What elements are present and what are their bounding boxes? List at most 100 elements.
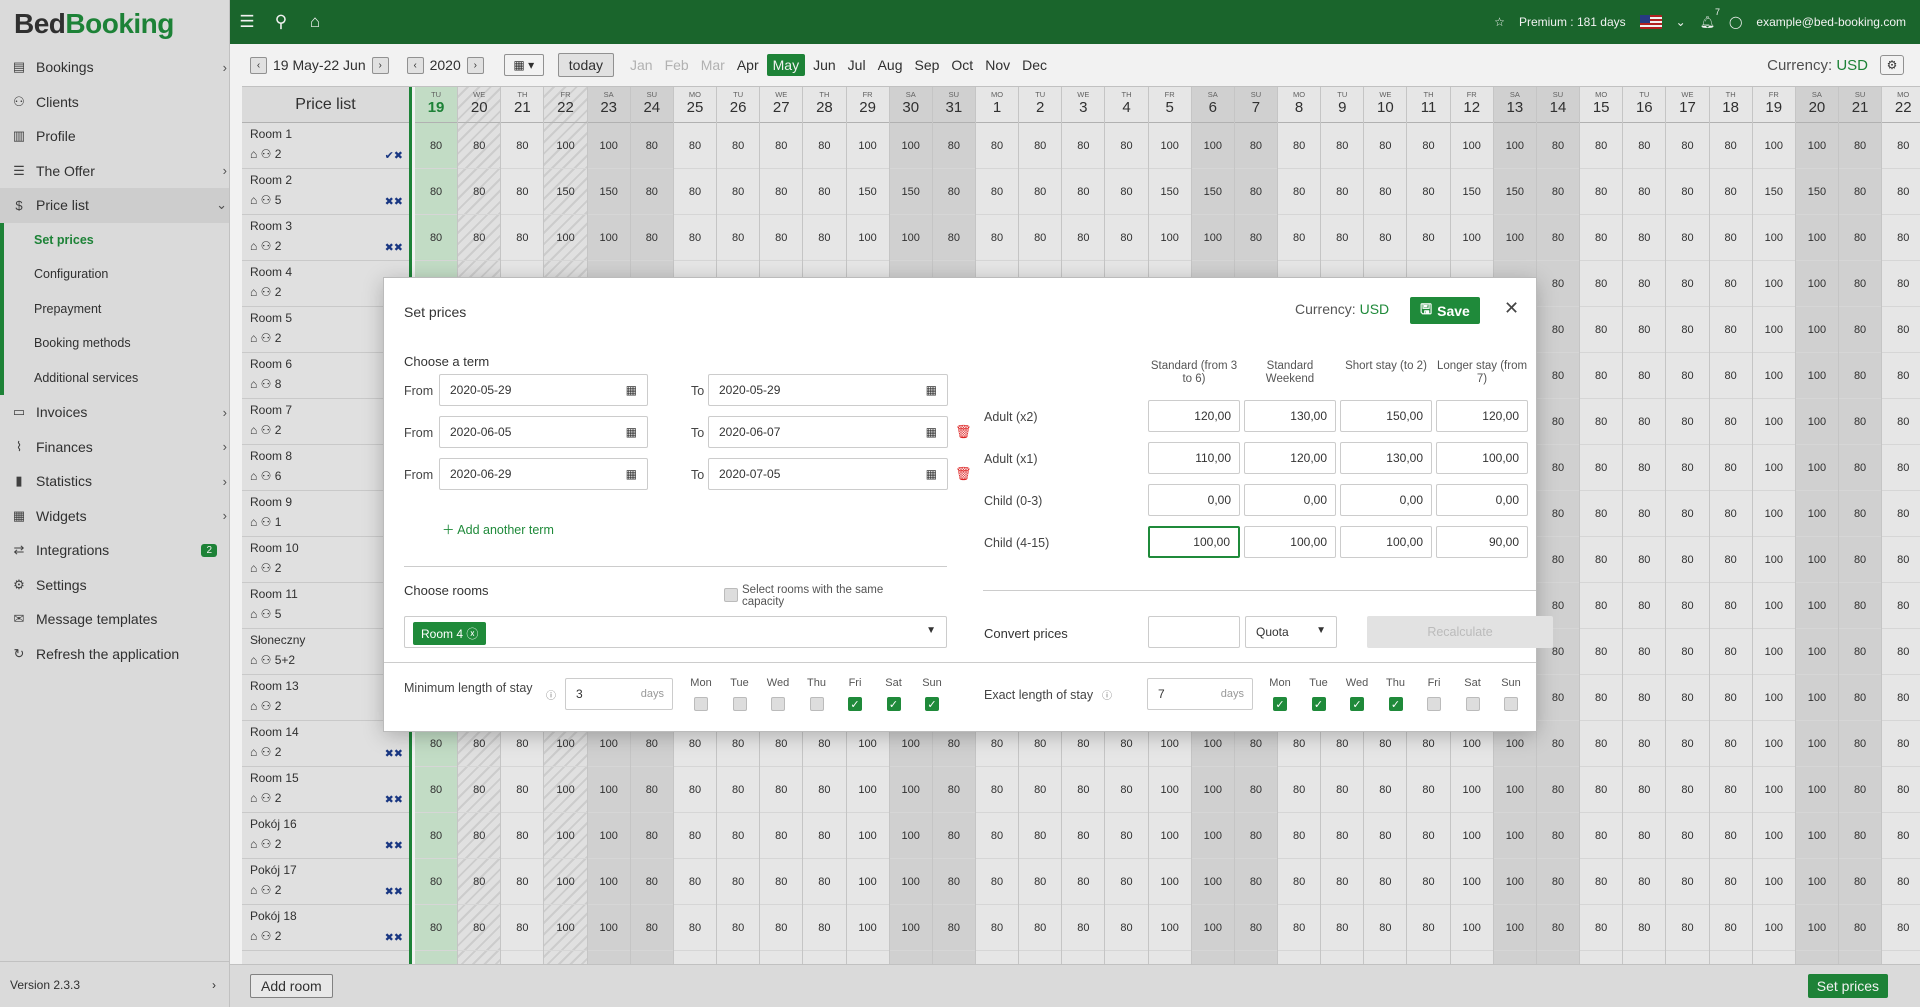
weekday-label: Sat — [1464, 677, 1481, 689]
app: BedBooking ▤ Bookings › ⚇ Clients ▥ Profile ☰ Th… — [0, 0, 1920, 1007]
weekday-checkbox[interactable]: ✓ — [1350, 697, 1364, 711]
trash-icon[interactable]: 🗑︎ — [955, 466, 972, 482]
weekday-checkbox[interactable] — [1504, 697, 1518, 711]
price-input[interactable]: 120,00 — [1244, 442, 1336, 474]
help-icon[interactable]: ⓘ — [1102, 687, 1112, 702]
weekday-label: Thu — [1386, 677, 1405, 689]
weekday-checkbox[interactable]: ✓ — [925, 697, 939, 711]
price-input[interactable]: 100,00 — [1340, 526, 1432, 558]
modal-currency: Currency: USD — [1295, 301, 1389, 317]
weekday-label: Fri — [848, 677, 862, 689]
set-prices-modal: Set prices Currency: USD 🖫 Save ✕ Choose … — [384, 278, 1553, 731]
weekday-checkbox[interactable] — [1427, 697, 1441, 711]
weekday-checkbox[interactable]: ✓ — [1273, 697, 1287, 711]
caret-down-icon[interactable]: ▼ — [926, 625, 936, 636]
weekday-label: Mon — [690, 677, 712, 689]
weekday-checkbox[interactable]: ✓ — [1311, 697, 1326, 711]
price-input[interactable]: 130,00 — [1244, 400, 1336, 432]
weekday-checkbox[interactable] — [694, 697, 708, 711]
exact-stay-value: 7 — [1158, 687, 1165, 701]
price-row-label: Child (0-3) — [984, 494, 1043, 508]
remove-chip-icon[interactable]: ⓧ — [466, 627, 478, 641]
save-label: Save — [1437, 302, 1470, 319]
price-input[interactable]: 130,00 — [1340, 442, 1432, 474]
term-to-input[interactable]: 2020-07-05 ▦ — [708, 458, 948, 490]
price-column-header: Standard (from 3 to 6) — [1150, 360, 1238, 385]
choose-rooms-title: Choose rooms — [404, 583, 489, 598]
term-from-input[interactable]: 2020-05-29 ▦ — [439, 374, 648, 406]
choose-term-title: Choose a term — [404, 354, 490, 369]
price-input[interactable]: 110,00 — [1148, 442, 1240, 474]
add-term-label: Add another term — [457, 523, 554, 537]
weekday-checkbox[interactable] — [732, 697, 747, 711]
term-to-input[interactable]: 2020-05-29 ▦ — [708, 374, 948, 406]
to-label: To — [691, 426, 705, 440]
weekday-checkbox[interactable] — [771, 697, 785, 711]
weekday-checkbox[interactable]: ✓ — [848, 697, 862, 711]
to-label: To — [691, 468, 705, 482]
calendar-icon[interactable]: ▦ — [926, 467, 937, 481]
price-input[interactable]: 120,00 — [1148, 400, 1240, 432]
trash-icon[interactable]: 🗑︎ — [955, 424, 972, 440]
calendar-icon[interactable]: ▦ — [626, 425, 637, 439]
divider — [983, 590, 1536, 591]
save-button[interactable]: 🖫 Save — [1410, 297, 1480, 324]
plus-icon: ＋ — [442, 523, 458, 537]
days-unit: days — [1220, 688, 1244, 700]
to-label: To — [691, 384, 705, 398]
same-capacity-label: Select rooms with the same capacity — [742, 584, 884, 608]
term-from-input[interactable]: 2020-06-05 ▦ — [439, 416, 648, 448]
calendar-icon[interactable]: ▦ — [626, 383, 637, 397]
weekday-checkbox[interactable]: ✓ — [886, 697, 901, 711]
weekday-label: Fri — [1427, 677, 1441, 689]
price-input[interactable]: 100,00 — [1244, 526, 1336, 558]
term-to-value: 2020-05-29 — [719, 383, 781, 397]
caret-down-icon: ▼ — [1316, 625, 1326, 636]
save-icon: 🖫 — [1420, 300, 1433, 317]
price-column-header: Longer stay (from 7) — [1436, 360, 1528, 385]
weekday-label: Wed — [766, 677, 790, 689]
weekday-label: Sun — [922, 677, 942, 689]
same-capacity-checkbox[interactable] — [724, 588, 738, 602]
price-input[interactable]: 0,00 — [1340, 484, 1432, 516]
price-input[interactable]: 0,00 — [1244, 484, 1336, 516]
price-input[interactable]: 120,00 — [1436, 400, 1528, 432]
term-from-value: 2020-05-29 — [450, 383, 512, 397]
calendar-icon[interactable]: ▦ — [926, 425, 937, 439]
exact-stay-label: Exact length of stay — [984, 688, 1094, 702]
room-chip[interactable]: Room 4 ⓧ — [413, 622, 487, 645]
calendar-icon[interactable]: ▦ — [626, 467, 637, 481]
add-term-button[interactable]: ＋ Add another term — [442, 519, 554, 538]
weekday-label: Wed — [1345, 677, 1369, 689]
calendar-icon[interactable]: ▦ — [926, 383, 937, 397]
price-input[interactable]: 150,00 — [1340, 400, 1432, 432]
term-from-input[interactable]: 2020-06-29 ▦ — [439, 458, 648, 490]
rooms-select[interactable]: Room 4 ⓧ ▼ — [404, 616, 947, 648]
weekday-checkbox[interactable]: ✓ — [1388, 697, 1403, 711]
price-input[interactable]: 100,00 — [1148, 526, 1240, 558]
close-icon[interactable]: ✕ — [1504, 298, 1519, 319]
weekday-label: Tue — [1309, 677, 1328, 689]
convert-value-input[interactable] — [1148, 616, 1240, 648]
price-row-label: Adult (x1) — [984, 452, 1038, 466]
help-icon[interactable]: ⓘ — [546, 687, 556, 702]
weekday-checkbox[interactable] — [809, 697, 824, 711]
term-from-value: 2020-06-29 — [450, 467, 512, 481]
divider — [384, 662, 1536, 663]
price-input[interactable]: 100,00 — [1436, 442, 1528, 474]
price-input[interactable]: 90,00 — [1436, 526, 1528, 558]
from-label: From — [404, 384, 434, 398]
modal-currency-value: USD — [1359, 301, 1390, 317]
price-input[interactable]: 0,00 — [1148, 484, 1240, 516]
price-column-header: Standard Weekend — [1265, 360, 1315, 385]
term-to-input[interactable]: 2020-06-07 ▦ — [708, 416, 948, 448]
convert-mode-select[interactable]: Quota ▼ — [1245, 616, 1337, 648]
min-stay-input[interactable]: 3 days — [565, 678, 673, 710]
recalculate-button[interactable]: Recalculate — [1367, 616, 1553, 648]
exact-stay-input[interactable]: 7 days — [1147, 678, 1253, 710]
weekday-label: Sun — [1501, 677, 1521, 689]
weekday-label: Tue — [730, 677, 749, 689]
modal-title: Set prices — [404, 304, 467, 320]
weekday-checkbox[interactable] — [1465, 697, 1480, 711]
price-input[interactable]: 0,00 — [1436, 484, 1528, 516]
